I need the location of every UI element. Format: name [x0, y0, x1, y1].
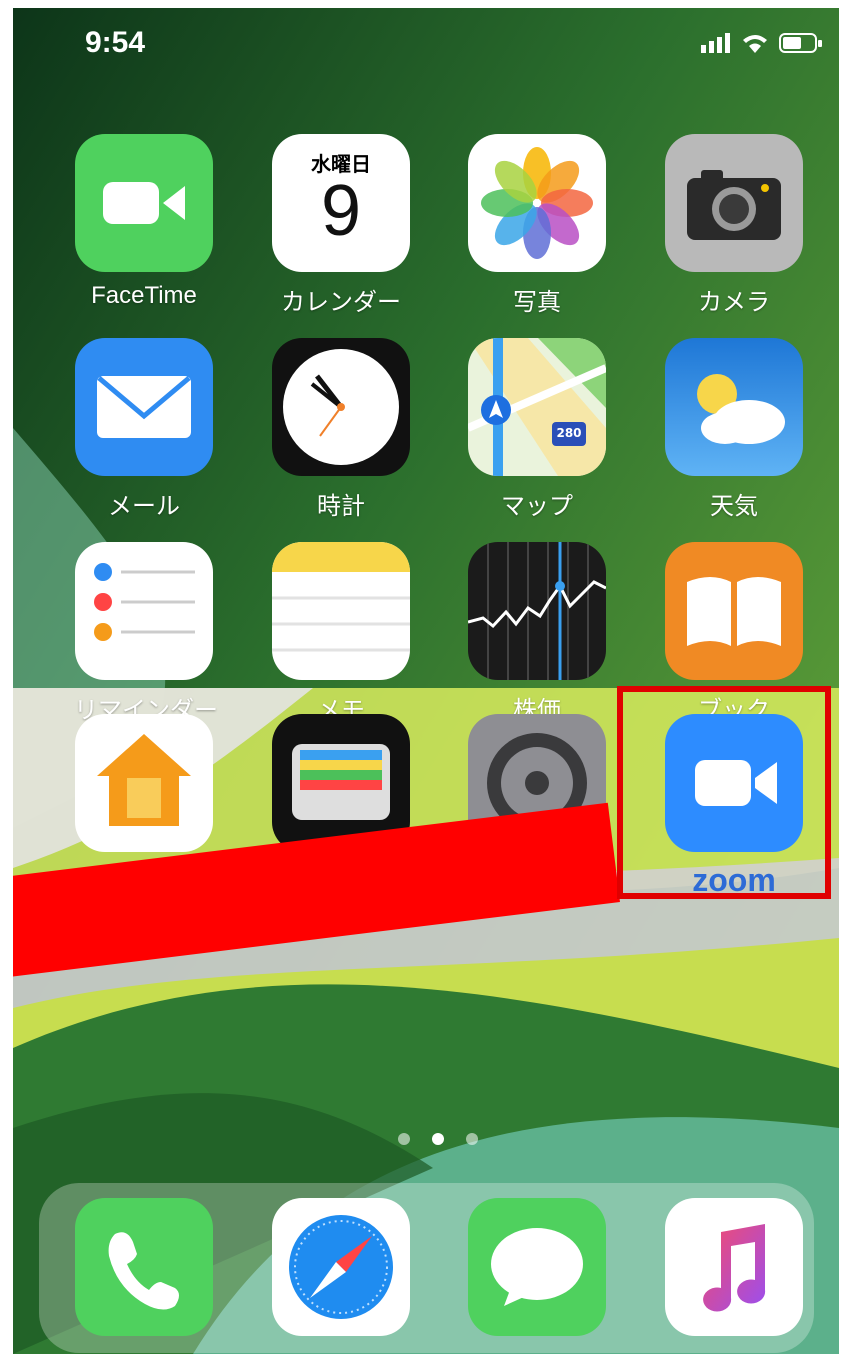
dock-phone[interactable]: [74, 1198, 214, 1336]
photos-icon: [468, 134, 606, 272]
app-reminders[interactable]: リマインダー: [74, 542, 218, 725]
app-weather[interactable]: 天気: [664, 338, 804, 521]
app-label: 写真: [513, 289, 561, 316]
page-indicator[interactable]: [398, 1133, 478, 1145]
mail-icon: [75, 338, 213, 476]
wifi-icon: [743, 35, 767, 53]
app-label: FaceTime: [91, 282, 197, 309]
page-dot[interactable]: [398, 1133, 410, 1145]
app-label: カレンダー: [281, 289, 401, 316]
app-calendar[interactable]: 水曜日 9 カレンダー: [271, 134, 411, 317]
messages-icon: [468, 1198, 606, 1336]
maps-route-badge: 280: [556, 426, 582, 440]
phone-icon: [75, 1198, 213, 1336]
app-notes[interactable]: メモ: [271, 542, 411, 725]
weather-icon: [665, 338, 803, 476]
music-icon: [665, 1198, 803, 1336]
page-dot[interactable]: [466, 1133, 478, 1145]
facetime-icon: [75, 134, 213, 272]
status-indicators: [701, 32, 823, 54]
app-home[interactable]: [74, 714, 214, 852]
calendar-day: 9: [320, 171, 362, 251]
app-label: 時計: [317, 493, 365, 520]
battery-icon: [779, 33, 822, 53]
reminders-icon: [75, 542, 213, 680]
app-photos[interactable]: 写真: [467, 134, 607, 317]
camera-icon: [665, 134, 803, 272]
app-maps[interactable]: 280 マップ: [467, 338, 607, 521]
app-stocks[interactable]: 株価: [467, 542, 607, 725]
app-label: メール: [108, 493, 180, 520]
app-camera[interactable]: カメラ: [664, 134, 804, 317]
dock-safari[interactable]: [271, 1198, 411, 1336]
app-label: 天気: [710, 493, 758, 520]
calendar-icon: 水曜日 9: [272, 134, 410, 272]
books-icon: [665, 542, 803, 680]
safari-icon: [272, 1198, 410, 1336]
page-dot-active[interactable]: [432, 1133, 444, 1145]
dock-messages[interactable]: [467, 1198, 607, 1336]
signal-icon: [701, 33, 730, 53]
app-label: マップ: [501, 493, 573, 520]
home-screen: 9:54 FaceTime 水曜日 9 カレンダー 写真 カメラ メール 時計 …: [13, 8, 839, 1354]
app-mail[interactable]: メール: [74, 338, 214, 521]
maps-icon: 280: [468, 338, 606, 476]
highlight-box: [617, 686, 831, 899]
clock-icon: [272, 338, 410, 476]
app-label: カメラ: [698, 289, 770, 316]
notes-icon: [272, 542, 410, 680]
dock-music[interactable]: [664, 1198, 804, 1336]
app-clock[interactable]: 時計: [271, 338, 411, 521]
stocks-icon: [468, 542, 606, 680]
status-time: 9:54: [85, 26, 146, 59]
app-facetime[interactable]: FaceTime: [74, 134, 214, 310]
home-icon: [75, 714, 213, 852]
